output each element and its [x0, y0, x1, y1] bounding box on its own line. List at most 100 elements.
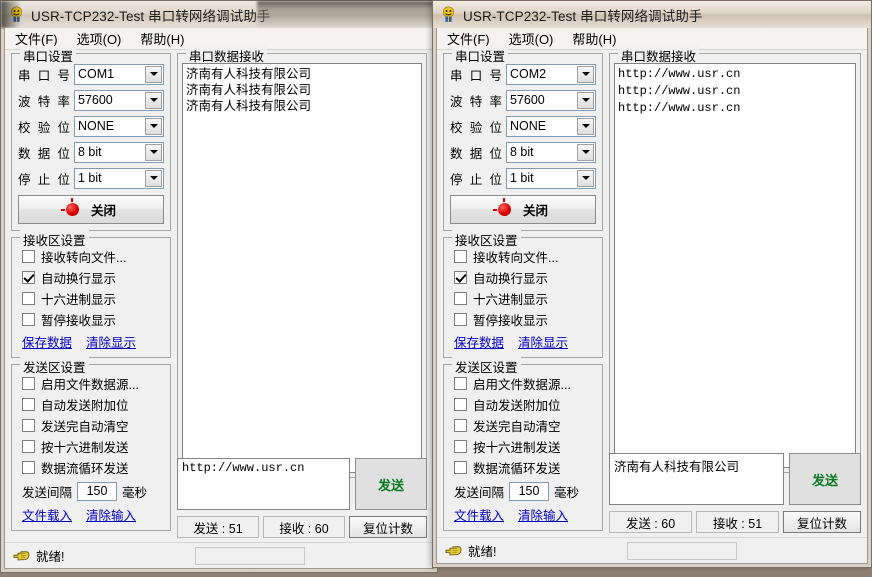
link-save-data[interactable]: 保存数据	[454, 332, 504, 351]
reset-counter-button-left[interactable]: 复位计数	[349, 516, 427, 538]
checkbox-box-icon[interactable]	[454, 250, 467, 263]
checkbox-label: 接收转向文件...	[473, 247, 558, 266]
chevron-down-icon[interactable]	[145, 170, 162, 187]
link-clear-display[interactable]: 清除显示	[86, 332, 136, 351]
combo-port-no[interactable]: COM2	[506, 64, 596, 85]
link-clear-input[interactable]: 清除输入	[86, 505, 136, 524]
checkbox-enable-file-source[interactable]: 启用文件数据源...	[18, 374, 164, 393]
send-button-left[interactable]: 发送	[355, 458, 427, 510]
titlebar-right[interactable]: USR-TCP232-Test 串口转网络调试助手	[433, 1, 871, 28]
checkbox-pause-recv[interactable]: 暂停接收显示	[450, 310, 596, 329]
combo-baud-rate[interactable]: 57600	[506, 90, 596, 111]
send-button-right[interactable]: 发送	[789, 453, 861, 505]
send-textarea-left[interactable]: http://www.usr.cn	[177, 458, 350, 510]
menu-options[interactable]: 选项(O)	[75, 28, 131, 50]
checkbox-box-icon[interactable]	[22, 250, 35, 263]
checkbox-stream-loop-send[interactable]: 数据流循环发送	[18, 458, 164, 477]
label-milliseconds: 毫秒	[122, 482, 147, 501]
chevron-down-icon[interactable]	[577, 170, 594, 187]
link-load-file[interactable]: 文件载入	[454, 505, 504, 524]
checkbox-box-icon[interactable]	[454, 419, 467, 432]
titlebar-left[interactable]: USR-TCP232-Test 串口转网络调试助手	[1, 1, 437, 28]
checkbox-send-as-hex[interactable]: 按十六进制发送	[18, 437, 164, 456]
combo-parity[interactable]: NONE	[506, 116, 596, 137]
checkbox-box-checked-icon[interactable]	[22, 271, 35, 284]
recv-line: 济南有人科技有限公司	[186, 98, 418, 114]
link-save-data[interactable]: 保存数据	[22, 332, 72, 351]
data-column-left: 串口数据接收 济南有人科技有限公司 济南有人科技有限公司 济南有人科技有限公司 …	[177, 53, 427, 540]
status-text-right: 就绪!	[468, 541, 496, 560]
titlebar-overlay-artifact	[257, 1, 437, 28]
combo-data-bits[interactable]: 8 bit	[506, 142, 596, 163]
label-stop-bits: 停止位	[18, 169, 74, 188]
combo-baud-rate[interactable]: 57600	[74, 90, 164, 111]
send-textarea-right[interactable]: 济南有人科技有限公司	[609, 453, 784, 505]
checkbox-box-icon[interactable]	[454, 377, 467, 390]
combo-stop-bits[interactable]: 1 bit	[74, 168, 164, 189]
link-clear-input[interactable]: 清除输入	[518, 505, 568, 524]
checkbox-box-icon[interactable]	[22, 461, 35, 474]
checkbox-box-icon[interactable]	[22, 419, 35, 432]
recv-textarea-right[interactable]: http://www.usr.cn http://www.usr.cn http…	[614, 63, 856, 468]
close-port-button[interactable]: 关闭	[450, 195, 596, 224]
checkbox-box-icon[interactable]	[22, 398, 35, 411]
window-right-com2[interactable]: USR-TCP232-Test 串口转网络调试助手 文件(F) 选项(O) 帮助…	[432, 0, 872, 568]
checkbox-label: 按十六进制发送	[473, 437, 561, 456]
checkbox-pause-recv[interactable]: 暂停接收显示	[18, 310, 164, 329]
send-links: 文件载入 清除输入	[450, 505, 596, 524]
checkbox-box-icon[interactable]	[22, 377, 35, 390]
chevron-down-icon[interactable]	[577, 144, 594, 161]
checkbox-enable-file-source[interactable]: 启用文件数据源...	[450, 374, 596, 393]
chevron-down-icon[interactable]	[145, 118, 162, 135]
window-left-com1[interactable]: USR-TCP232-Test 串口转网络调试助手 文件(F) 选项(O) 帮助…	[0, 0, 438, 573]
send-interval-input[interactable]: 150	[77, 482, 117, 501]
checkbox-send-as-hex[interactable]: 按十六进制发送	[450, 437, 596, 456]
close-port-button[interactable]: 关闭	[18, 195, 164, 224]
send-interval-input[interactable]: 150	[509, 482, 549, 501]
chevron-down-icon[interactable]	[145, 92, 162, 109]
checkbox-hex-display[interactable]: 十六进制显示	[450, 289, 596, 308]
recv-links: 保存数据 清除显示	[18, 332, 164, 351]
reset-counter-button-right[interactable]: 复位计数	[783, 511, 861, 533]
legend-recv-settings: 接收区设置	[452, 230, 521, 249]
chevron-down-icon[interactable]	[145, 66, 162, 83]
combo-stop-bits[interactable]: 1 bit	[506, 168, 596, 189]
checkbox-clear-after-send[interactable]: 发送完自动清空	[450, 416, 596, 435]
checkbox-box-icon[interactable]	[454, 398, 467, 411]
chevron-down-icon[interactable]	[577, 66, 594, 83]
chevron-down-icon[interactable]	[577, 92, 594, 109]
chevron-down-icon[interactable]	[145, 144, 162, 161]
link-load-file[interactable]: 文件载入	[22, 505, 72, 524]
checkbox-recv-to-file[interactable]: 接收转向文件...	[18, 247, 164, 266]
checkbox-box-icon[interactable]	[454, 440, 467, 453]
combo-stop-bits-value: 1 bit	[78, 171, 102, 185]
checkbox-auto-wrap[interactable]: 自动换行显示	[450, 268, 596, 287]
checkbox-auto-send-extra[interactable]: 自动发送附加位	[450, 395, 596, 414]
checkbox-auto-wrap[interactable]: 自动换行显示	[18, 268, 164, 287]
checkbox-box-icon[interactable]	[22, 440, 35, 453]
row-parity: 校验位 NONE	[18, 115, 164, 137]
checkbox-box-checked-icon[interactable]	[454, 271, 467, 284]
label-send-interval: 发送间隔	[454, 482, 504, 501]
link-clear-display[interactable]: 清除显示	[518, 332, 568, 351]
checkbox-stream-loop-send[interactable]: 数据流循环发送	[450, 458, 596, 477]
recv-textarea-left[interactable]: 济南有人科技有限公司 济南有人科技有限公司 济南有人科技有限公司	[182, 63, 422, 473]
checkbox-hex-display[interactable]: 十六进制显示	[18, 289, 164, 308]
checkbox-box-icon[interactable]	[22, 313, 35, 326]
combo-parity[interactable]: NONE	[74, 116, 164, 137]
combo-port-no[interactable]: COM1	[74, 64, 164, 85]
checkbox-label: 暂停接收显示	[473, 310, 548, 329]
checkbox-box-icon[interactable]	[454, 292, 467, 305]
chevron-down-icon[interactable]	[577, 118, 594, 135]
label-parity: 校验位	[18, 117, 74, 136]
checkbox-box-icon[interactable]	[454, 461, 467, 474]
checkbox-box-icon[interactable]	[22, 292, 35, 305]
checkbox-recv-to-file[interactable]: 接收转向文件...	[450, 247, 596, 266]
combo-data-bits[interactable]: 8 bit	[74, 142, 164, 163]
checkbox-box-icon[interactable]	[454, 313, 467, 326]
menu-options[interactable]: 选项(O)	[507, 28, 563, 50]
recv-links: 保存数据 清除显示	[450, 332, 596, 351]
group-recv-data-right: 串口数据接收 http://www.usr.cn http://www.usr.…	[609, 53, 861, 473]
checkbox-clear-after-send[interactable]: 发送完自动清空	[18, 416, 164, 435]
checkbox-auto-send-extra[interactable]: 自动发送附加位	[18, 395, 164, 414]
